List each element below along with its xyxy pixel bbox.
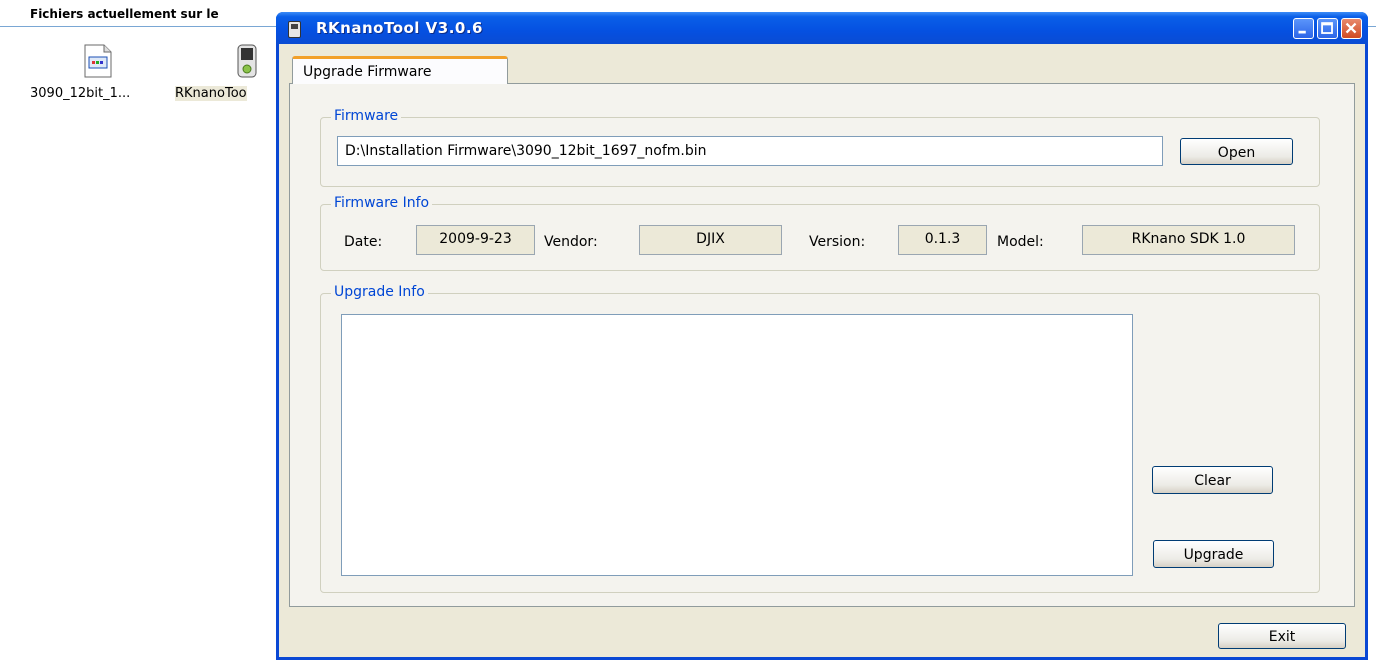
maximize-icon — [1321, 22, 1333, 34]
vendor-label: Vendor: — [544, 234, 598, 250]
maximize-button[interactable] — [1317, 18, 1338, 39]
exit-button-label: Exit — [1268, 629, 1296, 645]
version-value-box: 0.1.3 — [898, 225, 987, 255]
version-label: Version: — [809, 234, 866, 250]
firmware-group: Firmware D:\Installation Firmware\3090_1… — [320, 108, 1320, 187]
tab-upgrade-firmware[interactable]: Upgrade Firmware — [292, 56, 508, 84]
upgrade-log-textarea[interactable] — [341, 314, 1133, 576]
upgrade-info-legend: Upgrade Info — [331, 284, 428, 300]
firmware-file-icon — [84, 44, 112, 78]
date-value-box: 2009-9-23 — [416, 225, 535, 255]
date-value: 2009-9-23 — [439, 231, 512, 247]
window-client-area: Upgrade Firmware Firmware D:\Installatio… — [279, 44, 1365, 657]
close-button[interactable] — [1341, 18, 1362, 39]
window-title: RKnanoTool V3.0.6 — [316, 19, 483, 37]
firmware-legend: Firmware — [331, 108, 402, 124]
open-button-label: Open — [1217, 145, 1256, 161]
rknanotool-window: RKnanoTool V3.0.6 Upgrade Firmware Firmw… — [276, 12, 1368, 660]
model-label: Model: — [997, 234, 1044, 250]
close-icon — [1345, 22, 1357, 34]
exit-button[interactable]: Exit — [1218, 623, 1346, 649]
vendor-value: DJIX — [696, 231, 725, 247]
minimize-button[interactable] — [1293, 18, 1314, 39]
firmware-path-value: D:\Installation Firmware\3090_12bit_1697… — [345, 143, 707, 159]
model-value: RKnano SDK 1.0 — [1131, 231, 1246, 247]
app-icon[interactable] — [288, 21, 301, 38]
minimize-icon — [1298, 30, 1306, 34]
file-label: 3090_12bit_1... — [30, 86, 131, 101]
upgrade-button[interactable]: Upgrade — [1153, 540, 1274, 568]
file-item-firmware[interactable]: 3090_12bit_1... — [30, 44, 160, 114]
tab-panel: Firmware D:\Installation Firmware\3090_1… — [289, 83, 1355, 607]
firmware-path-input[interactable]: D:\Installation Firmware\3090_12bit_1697… — [337, 136, 1163, 166]
open-button[interactable]: Open — [1180, 138, 1293, 165]
date-label: Date: — [344, 234, 383, 250]
upgrade-info-group: Upgrade Info Clear Upgrade — [320, 284, 1320, 593]
tab-label: Upgrade Firmware — [303, 64, 432, 80]
title-bar[interactable]: RKnanoTool V3.0.6 — [276, 12, 1368, 44]
explorer-header-title: Fichiers actuellement sur le — [30, 7, 219, 21]
clear-button-label: Clear — [1194, 473, 1231, 489]
firmware-info-group: Firmware Info Date: 2009-9-23 Vendor: DJ… — [320, 195, 1320, 271]
model-value-box: RKnano SDK 1.0 — [1082, 225, 1295, 255]
version-value: 0.1.3 — [924, 231, 961, 247]
upgrade-button-label: Upgrade — [1183, 547, 1244, 563]
rknanotool-app-icon — [237, 44, 257, 78]
vendor-value-box: DJIX — [639, 225, 782, 255]
clear-button[interactable]: Clear — [1152, 466, 1273, 494]
firmware-info-legend: Firmware Info — [331, 195, 433, 211]
